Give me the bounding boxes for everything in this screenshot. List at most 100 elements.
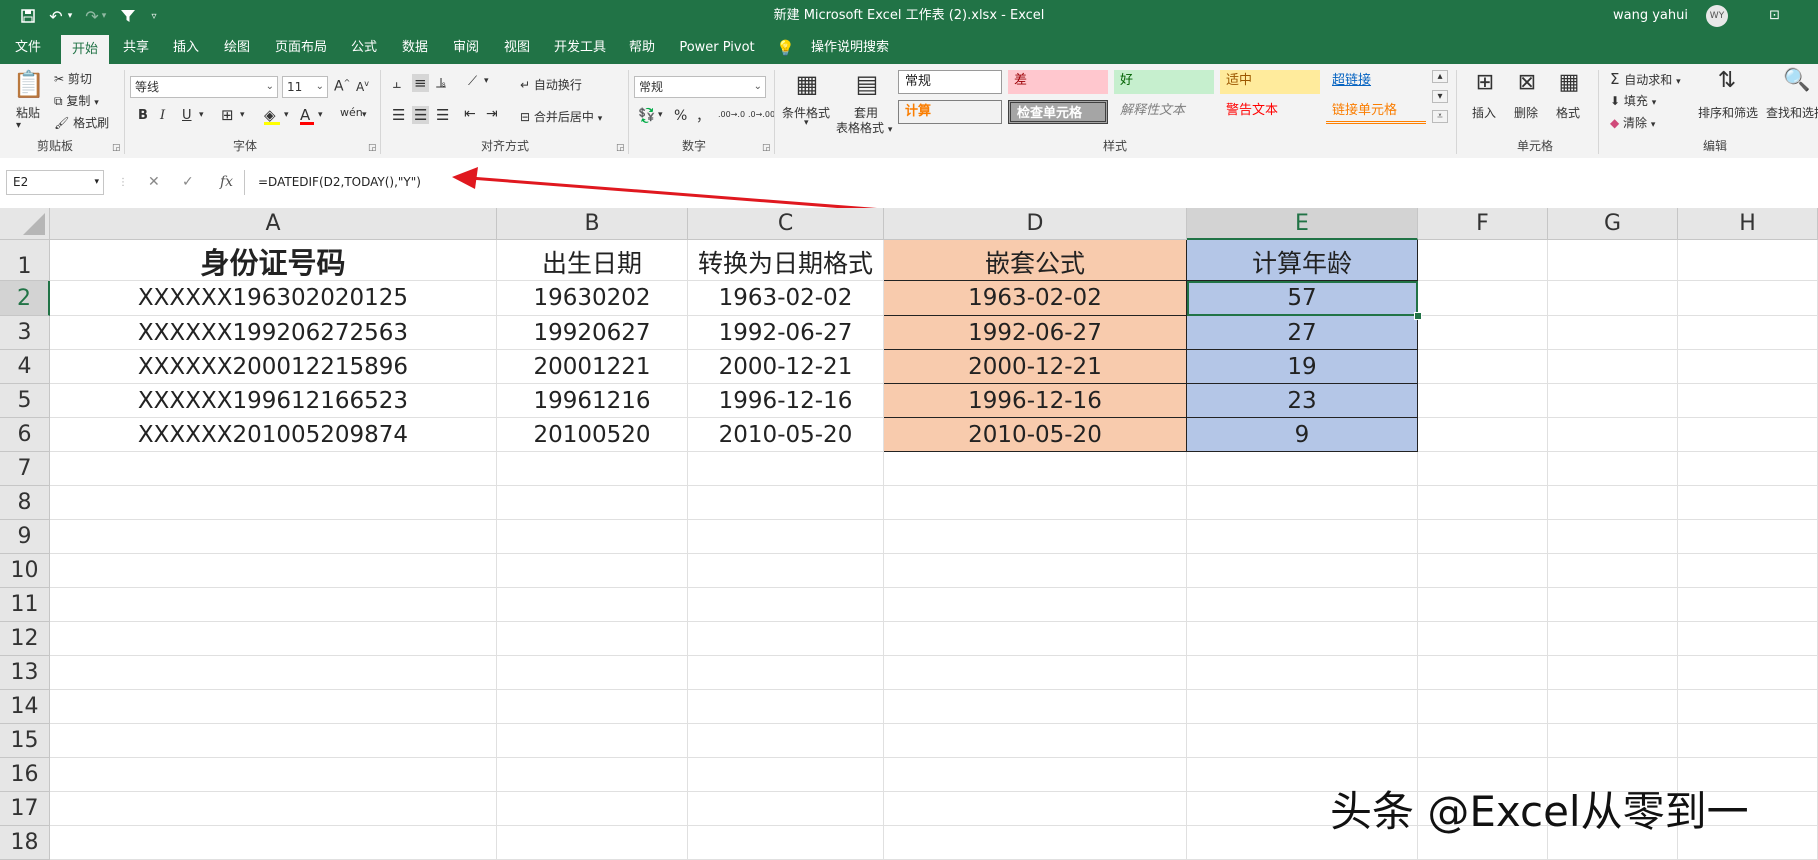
cell-h1[interactable] [1678,240,1818,281]
cell-b10[interactable] [497,554,688,588]
cell-c16[interactable] [688,758,884,792]
cell-g2[interactable] [1548,281,1678,316]
row-header-5[interactable]: 5 [0,384,50,418]
cell-f1[interactable] [1418,240,1548,281]
cell-e2[interactable]: 57 [1187,281,1418,316]
cell-g15[interactable] [1548,724,1678,758]
cell-b6[interactable]: 20100520 [497,418,688,452]
cell-e7[interactable] [1187,452,1418,486]
row-header-13[interactable]: 13 [0,656,50,690]
cell-b16[interactable] [497,758,688,792]
cell-c12[interactable] [688,622,884,656]
row-header-6[interactable]: 6 [0,418,50,452]
cell-d10[interactable] [884,554,1187,588]
cell-d11[interactable] [884,588,1187,622]
cell-f2[interactable] [1418,281,1548,316]
cell-g11[interactable] [1548,588,1678,622]
cell-g6[interactable] [1548,418,1678,452]
cell-e11[interactable] [1187,588,1418,622]
cell-d16[interactable] [884,758,1187,792]
fill-handle[interactable] [1414,312,1422,320]
cell-e8[interactable] [1187,486,1418,520]
row-header-14[interactable]: 14 [0,690,50,724]
cell-d8[interactable] [884,486,1187,520]
cell-f4[interactable] [1418,350,1548,384]
cell-h12[interactable] [1678,622,1818,656]
cell-d14[interactable] [884,690,1187,724]
cell-e10[interactable] [1187,554,1418,588]
cell-c13[interactable] [688,656,884,690]
column-header-d[interactable]: D [884,208,1187,240]
cell-e3[interactable]: 27 [1187,316,1418,350]
cell-h4[interactable] [1678,350,1818,384]
cell-b14[interactable] [497,690,688,724]
cell-a13[interactable] [50,656,497,690]
cell-a3[interactable]: XXXXXX199206272563 [50,316,497,350]
row-header-2[interactable]: 2 [0,281,50,316]
cell-g3[interactable] [1548,316,1678,350]
cell-h14[interactable] [1678,690,1818,724]
cell-d17[interactable] [884,792,1187,826]
cell-a15[interactable] [50,724,497,758]
select-all-corner[interactable] [0,208,50,240]
cell-b13[interactable] [497,656,688,690]
cell-g8[interactable] [1548,486,1678,520]
cell-a10[interactable] [50,554,497,588]
cell-f15[interactable] [1418,724,1548,758]
cell-b8[interactable] [497,486,688,520]
cell-a4[interactable]: XXXXXX200012215896 [50,350,497,384]
cell-e15[interactable] [1187,724,1418,758]
cell-e1[interactable]: 计算年龄 [1187,240,1418,281]
row-header-11[interactable]: 11 [0,588,50,622]
cell-d1[interactable]: 嵌套公式 [884,240,1187,281]
cell-h13[interactable] [1678,656,1818,690]
cell-f5[interactable] [1418,384,1548,418]
cell-g12[interactable] [1548,622,1678,656]
cell-c17[interactable] [688,792,884,826]
cell-f13[interactable] [1418,656,1548,690]
cell-e12[interactable] [1187,622,1418,656]
cell-f3[interactable] [1418,316,1548,350]
cell-d15[interactable] [884,724,1187,758]
cell-b15[interactable] [497,724,688,758]
cell-a12[interactable] [50,622,497,656]
cell-b7[interactable] [497,452,688,486]
cell-h11[interactable] [1678,588,1818,622]
cell-g14[interactable] [1548,690,1678,724]
cell-g7[interactable] [1548,452,1678,486]
cell-d13[interactable] [884,656,1187,690]
cell-c5[interactable]: 1996-12-16 [688,384,884,418]
cell-a16[interactable] [50,758,497,792]
cell-f11[interactable] [1418,588,1548,622]
cell-b4[interactable]: 20001221 [497,350,688,384]
cell-h3[interactable] [1678,316,1818,350]
cell-c2[interactable]: 1963-02-02 [688,281,884,316]
cell-e6[interactable]: 9 [1187,418,1418,452]
cell-h2[interactable] [1678,281,1818,316]
row-header-10[interactable]: 10 [0,554,50,588]
cell-a11[interactable] [50,588,497,622]
row-header-12[interactable]: 12 [0,622,50,656]
cell-a7[interactable] [50,452,497,486]
cell-h7[interactable] [1678,452,1818,486]
cell-g4[interactable] [1548,350,1678,384]
cell-c15[interactable] [688,724,884,758]
cell-f6[interactable] [1418,418,1548,452]
row-header-9[interactable]: 9 [0,520,50,554]
row-header-1[interactable]: 1 [0,240,50,281]
row-header-3[interactable]: 3 [0,316,50,350]
cell-f9[interactable] [1418,520,1548,554]
cell-b1[interactable]: 出生日期 [497,240,688,281]
cell-f10[interactable] [1418,554,1548,588]
cell-f12[interactable] [1418,622,1548,656]
cell-e13[interactable] [1187,656,1418,690]
cell-h15[interactable] [1678,724,1818,758]
column-header-g[interactable]: G [1548,208,1678,240]
cell-h5[interactable] [1678,384,1818,418]
cell-b5[interactable]: 19961216 [497,384,688,418]
cell-d2[interactable]: 1963-02-02 [884,281,1187,316]
row-header-4[interactable]: 4 [0,350,50,384]
cell-e14[interactable] [1187,690,1418,724]
cell-c10[interactable] [688,554,884,588]
column-header-f[interactable]: F [1418,208,1548,240]
